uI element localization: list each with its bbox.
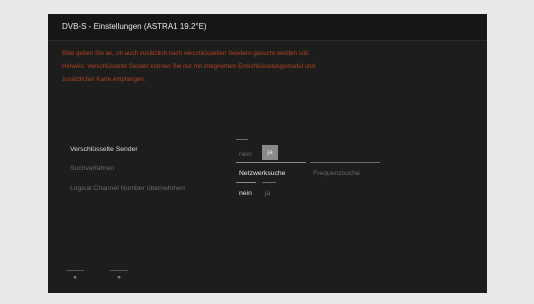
lcn-option-no[interactable]: nein <box>236 186 255 202</box>
option-divider <box>236 182 256 183</box>
search-option-network[interactable]: Netzwerksuche <box>236 166 288 182</box>
search-option-frequency[interactable]: Frequenzsuche <box>310 166 363 182</box>
option-divider <box>310 162 380 163</box>
back-button[interactable]: « <box>66 270 84 285</box>
encrypted-option-yes[interactable]: ja <box>262 145 278 160</box>
lcn-label: Logical Channel Number übernehmen <box>70 185 185 192</box>
description-line: Bitte geben Sie an, ob auch zusätzlich n… <box>62 50 310 57</box>
forward-button[interactable]: » <box>110 270 128 285</box>
encrypted-option-no[interactable]: nein <box>236 147 255 163</box>
encrypted-channels-label: Verschlüsselte Sender <box>70 146 138 153</box>
lcn-option-yes[interactable]: ja <box>262 186 273 202</box>
settings-screen: DVB-S - Einstellungen (ASTRA1 19.2°E) Bi… <box>48 14 487 293</box>
option-divider <box>236 139 248 140</box>
option-divider <box>262 182 276 183</box>
description-text: Bitte geben Sie an, ob auch zusätzlich n… <box>62 47 472 86</box>
screen-title: DVB-S - Einstellungen (ASTRA1 19.2°E) <box>62 22 207 31</box>
title-bar: DVB-S - Einstellungen (ASTRA1 19.2°E) <box>48 14 487 41</box>
description-line: Hinweis: Verschlüsselte Sender können Si… <box>62 63 316 70</box>
description-line: zusätzlicher Karte empfangen. <box>62 76 146 83</box>
option-divider <box>236 162 306 163</box>
search-method-label: Suchverfahren <box>70 165 115 172</box>
